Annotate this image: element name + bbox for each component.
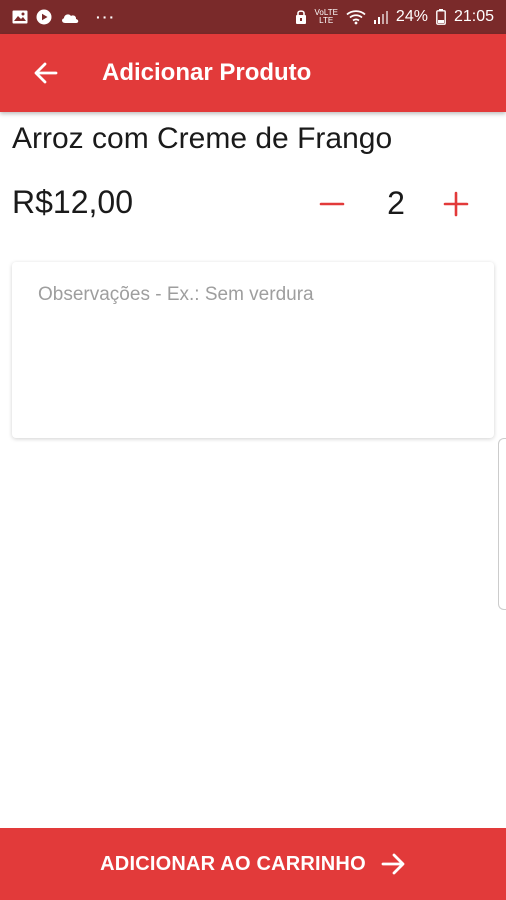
cloud-icon	[60, 10, 80, 24]
plus-icon	[443, 191, 469, 217]
status-left: ···	[12, 9, 116, 25]
decrease-quantity-button[interactable]	[314, 184, 350, 224]
notes-card	[12, 262, 494, 438]
battery-icon	[436, 9, 446, 25]
add-to-cart-label: ADICIONAR AO CARRINHO	[100, 852, 366, 875]
signal-icon	[373, 10, 388, 24]
notes-input[interactable]	[38, 284, 478, 414]
product-name: Arroz com Creme de Frango	[12, 122, 393, 155]
page-title: Adicionar Produto	[102, 59, 312, 86]
youtube-icon	[36, 9, 52, 25]
battery-percent: 24%	[395, 8, 428, 25]
volte-indicator: VoLTE LTE	[315, 9, 338, 25]
arrow-right-icon	[380, 851, 406, 877]
add-to-cart-button[interactable]: ADICIONAR AO CARRINHO	[0, 828, 506, 900]
minus-icon	[319, 202, 345, 206]
back-button[interactable]	[18, 45, 74, 101]
side-scroll-handle[interactable]	[498, 438, 506, 610]
status-right: VoLTE LTE 24% 21:05	[295, 8, 494, 26]
wifi-icon	[346, 9, 366, 25]
clock: 21:05	[453, 8, 494, 25]
status-bar: ··· VoLTE LTE 24% 21:05	[0, 0, 506, 34]
gallery-icon	[12, 10, 28, 24]
quantity-value: 2	[387, 185, 405, 221]
product-price: R$12,00	[12, 184, 133, 220]
increase-quantity-button[interactable]	[438, 184, 474, 224]
lte-label: LTE	[319, 16, 334, 25]
more-notifications-dots: ···	[96, 9, 116, 25]
app-bar: Adicionar Produto	[0, 34, 506, 112]
lock-icon	[295, 9, 307, 25]
arrow-left-icon	[34, 62, 58, 84]
